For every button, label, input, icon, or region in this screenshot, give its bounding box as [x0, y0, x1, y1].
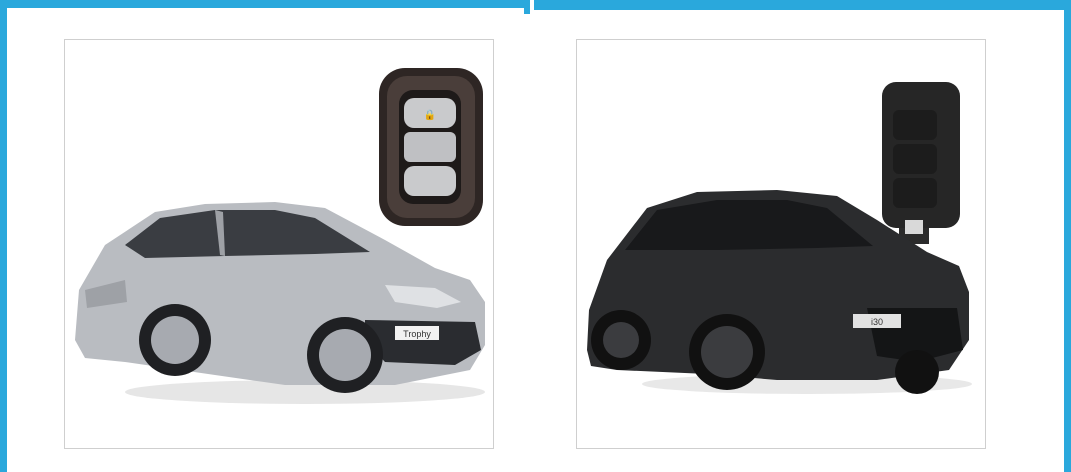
- frame-left-border: [0, 0, 7, 472]
- silver-hatchback: Trophy: [75, 202, 485, 404]
- flip-key: [882, 82, 960, 244]
- key-lock-button: [893, 110, 937, 140]
- frame-top-left: [0, 0, 530, 8]
- car-panel-older: 🔒 Trophy: [64, 39, 494, 449]
- svg-text:🔒: 🔒: [424, 109, 436, 121]
- smart-key-fob: 🔒: [379, 68, 483, 226]
- frame-divider-notch: [524, 0, 530, 14]
- key-trunk-button: [404, 166, 456, 196]
- car-panel-newer: i30: [576, 39, 986, 449]
- older-car-image: 🔒 Trophy: [75, 68, 485, 404]
- badge-text: i30: [871, 317, 883, 327]
- newer-car-image: i30: [587, 82, 972, 394]
- frame-right-border: [1064, 0, 1071, 472]
- key-unlock-button: [893, 144, 937, 174]
- key-unlock-button: [404, 132, 456, 162]
- badge-text: Trophy: [403, 329, 431, 339]
- key-trunk-button: [893, 178, 937, 208]
- frame-top-right: [534, 0, 1071, 10]
